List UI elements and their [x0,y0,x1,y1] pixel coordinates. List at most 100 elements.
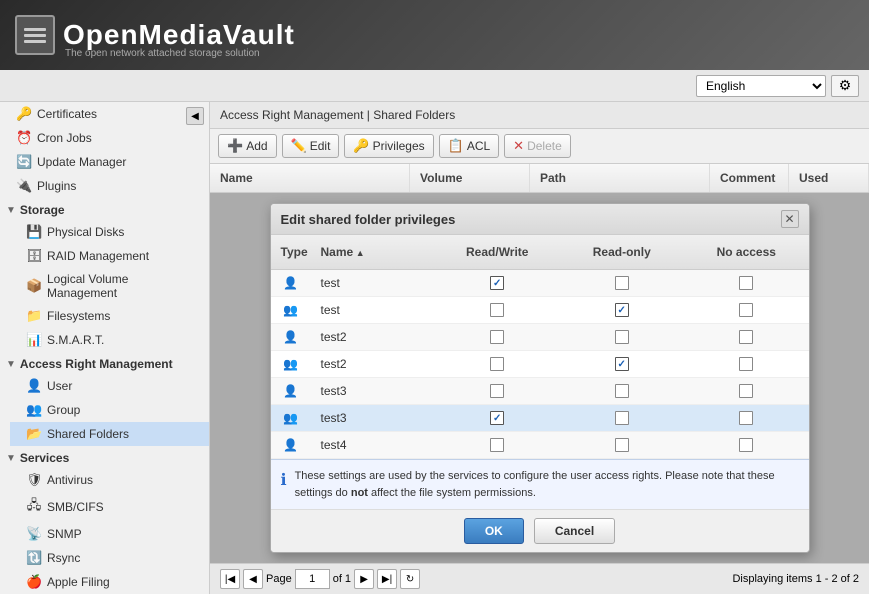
refresh-button[interactable]: ↻ [400,569,420,589]
ok-button[interactable]: OK [464,518,524,544]
sidebar-collapse-button[interactable]: ◀ [186,107,204,125]
sidebar-item-physical-disks[interactable]: 💾 Physical Disks [10,220,209,244]
modal-td-na[interactable] [684,405,809,431]
na-checkbox[interactable] [739,276,753,290]
modal-title-bar: Edit shared folder privileges ✕ [271,204,809,235]
sidebar-item-shared-folders[interactable]: 📂 Shared Folders [10,422,209,446]
modal-td-na[interactable] [684,270,809,296]
modal-td-ro[interactable] [560,432,685,458]
sidebar-item-label: Physical Disks [47,225,124,239]
sidebar-item-antivirus[interactable]: 🛡 Antivirus [10,468,209,492]
modal-td-rw[interactable] [435,297,560,323]
first-page-button[interactable]: |◀ [220,569,240,589]
rw-checkbox[interactable] [490,276,504,290]
sidebar-group-access-right[interactable]: ▼ Access Right Management [0,352,209,374]
sidebar-group-storage[interactable]: ▼ Storage [0,198,209,220]
rw-checkbox[interactable] [490,438,504,452]
sidebar-item-group[interactable]: 👥 Group [10,398,209,422]
modal-td-ro[interactable] [560,324,685,350]
modal-close-button[interactable]: ✕ [781,210,799,228]
table-row: 👤 test2 [271,324,809,351]
modal-td-rw[interactable] [435,378,560,404]
sidebar-item-plugins[interactable]: 🔌 Plugins [0,174,209,198]
modal-td-ro[interactable] [560,378,685,404]
modal-td-rw[interactable] [435,324,560,350]
sidebar-item-apple-filing[interactable]: 🍎 Apple Filing [10,570,209,594]
sidebar-group-services[interactable]: ▼ Services [0,446,209,468]
na-checkbox[interactable] [739,303,753,317]
cancel-button[interactable]: Cancel [534,518,615,544]
page-nav: |◀ ◀ Page of 1 ▶ ▶| ↻ [220,569,420,589]
sidebar-item-snmp[interactable]: 📡 SNMP [10,522,209,546]
sidebar-item-smart[interactable]: 📊 S.M.A.R.T. [10,328,209,352]
sidebar-item-rsync[interactable]: 🔃 Rsync [10,546,209,570]
gear-button[interactable]: ⚙ [831,75,859,97]
modal-td-type: 👤 [271,270,311,296]
sidebar-item-smb[interactable]: 🖧 SMB/CIFS [10,492,209,522]
sidebar-item-label: Plugins [37,179,76,193]
ro-checkbox[interactable] [615,357,629,371]
logo-icon [15,15,55,55]
modal-td-ro[interactable] [560,270,685,296]
add-icon: ➕ [227,138,243,154]
delete-button[interactable]: ✕ Delete [504,134,571,158]
modal-td-rw[interactable] [435,432,560,458]
modal-col-name[interactable]: Name [311,241,436,263]
modal-td-rw[interactable] [435,351,560,377]
rsync-icon: 🔃 [26,550,42,566]
add-button[interactable]: ➕ Add [218,134,277,158]
modal-td-name: test2 [311,324,436,350]
modal-td-na[interactable] [684,324,809,350]
language-select[interactable]: English Deutsch [696,75,826,97]
modal-td-na[interactable] [684,378,809,404]
sidebar-item-filesystems[interactable]: 📁 Filesystems [10,304,209,328]
delete-icon: ✕ [513,138,524,154]
acl-button[interactable]: 📋 ACL [439,134,500,158]
modal-td-ro[interactable] [560,297,685,323]
sidebar-item-raid[interactable]: 🗄 RAID Management [10,244,209,268]
logo: OpenMediaVault The open network attached… [15,15,295,55]
next-page-button[interactable]: ▶ [354,569,374,589]
ro-checkbox[interactable] [615,411,629,425]
modal-td-na[interactable] [684,297,809,323]
sidebar-item-cron-jobs[interactable]: ⏰ Cron Jobs [0,126,209,150]
modal-td-ro[interactable] [560,405,685,431]
ro-checkbox[interactable] [615,438,629,452]
rw-checkbox[interactable] [490,411,504,425]
modal-td-rw[interactable] [435,270,560,296]
edit-button[interactable]: ✏️ Edit [282,134,340,158]
na-checkbox[interactable] [739,357,753,371]
sidebar-item-update-manager[interactable]: 🔄 Update Manager [0,150,209,174]
modal-td-type: 👥 [271,351,311,377]
ro-checkbox[interactable] [615,330,629,344]
rw-checkbox[interactable] [490,357,504,371]
modal-td-na[interactable] [684,432,809,458]
sidebar-item-certificates[interactable]: 🔑 Certificates [0,102,209,126]
modal-td-ro[interactable] [560,351,685,377]
table-content: Edit shared folder privileges ✕ Type Nam… [210,193,869,563]
certificate-icon: 🔑 [16,106,32,122]
na-checkbox[interactable] [739,438,753,452]
na-checkbox[interactable] [739,384,753,398]
last-page-button[interactable]: ▶| [377,569,397,589]
privileges-button[interactable]: 🔑 Privileges [344,134,433,158]
ro-checkbox[interactable] [615,303,629,317]
rw-checkbox[interactable] [490,303,504,317]
content-area: Access Right Management | Shared Folders… [210,102,869,594]
antivirus-icon: 🛡 [26,472,42,488]
ro-checkbox[interactable] [615,276,629,290]
page-input[interactable] [295,569,330,589]
modal-td-na[interactable] [684,351,809,377]
prev-page-button[interactable]: ◀ [243,569,263,589]
modal-td-name: test3 [311,378,436,404]
rw-checkbox[interactable] [490,330,504,344]
sidebar-item-lvm[interactable]: 📦 Logical Volume Management [10,268,209,304]
ro-checkbox[interactable] [615,384,629,398]
modal-col-ro: Read-only [560,241,685,263]
na-checkbox[interactable] [739,411,753,425]
sidebar-item-user[interactable]: 👤 User [10,374,209,398]
sidebar: ◀ 🔑 Certificates ⏰ Cron Jobs 🔄 Update Ma… [0,102,210,594]
rw-checkbox[interactable] [490,384,504,398]
na-checkbox[interactable] [739,330,753,344]
modal-td-rw[interactable] [435,405,560,431]
